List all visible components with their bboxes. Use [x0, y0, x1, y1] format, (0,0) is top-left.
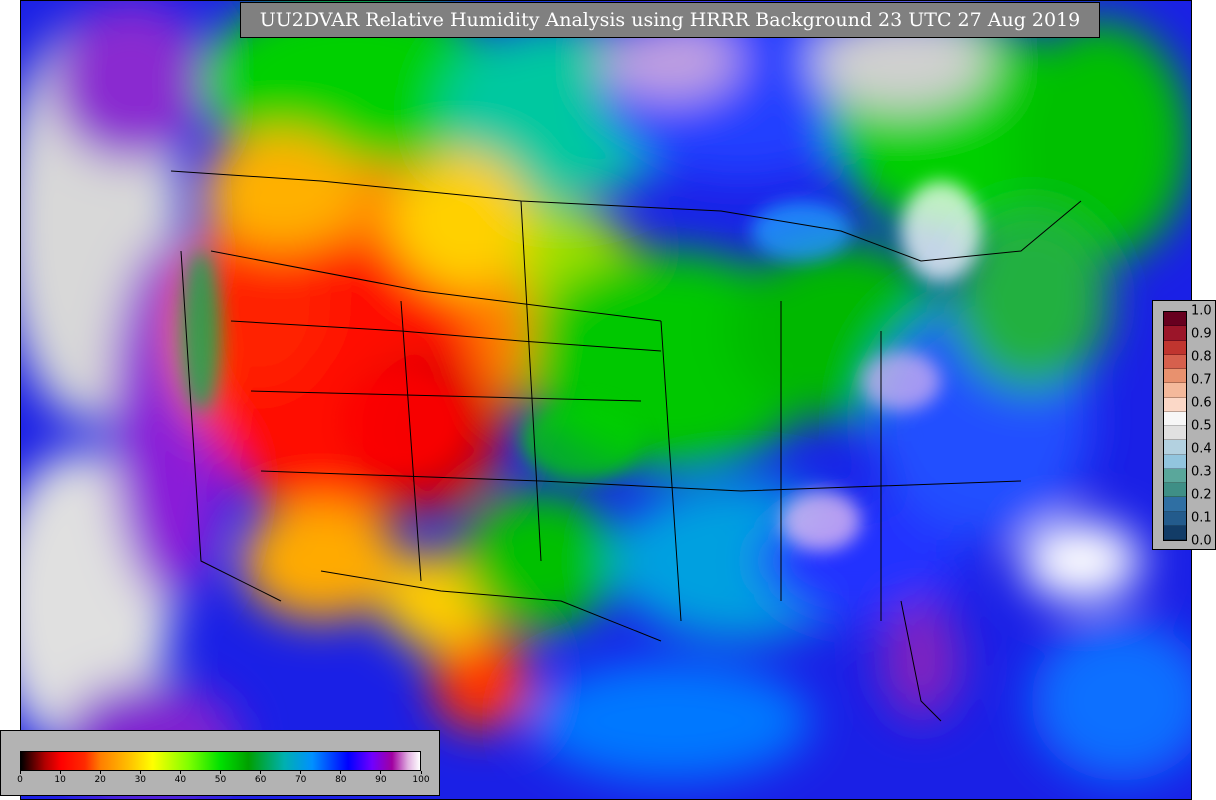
rh-tick-label: 40	[174, 775, 187, 785]
ratio-tick-label: 0.2	[1191, 487, 1212, 503]
rh-tick-label: 100	[412, 775, 430, 785]
ratio-swatch	[1164, 440, 1186, 455]
ratio-swatch	[1164, 483, 1186, 498]
ratio-swatch	[1164, 497, 1186, 512]
rh-tick-mark	[99, 771, 101, 774]
rh-tick-mark	[59, 771, 61, 774]
rh-tick-mark	[179, 771, 181, 774]
ratio-tick-label: 0.3	[1191, 464, 1212, 480]
rh-colorbar-gradient	[20, 751, 421, 771]
ratio-swatch	[1164, 454, 1186, 469]
rh-tick-mark	[340, 771, 342, 774]
rh-tick-mark	[380, 771, 382, 774]
rh-tick-label: 50	[214, 775, 227, 785]
ratio-swatch	[1164, 383, 1186, 398]
ratio-tick-label: 0.4	[1191, 441, 1212, 457]
rh-tick-mark	[420, 771, 422, 774]
ratio-swatch	[1164, 426, 1186, 441]
ratio-swatch	[1164, 354, 1186, 369]
rh-tick-mark	[220, 771, 221, 774]
rh-tick-mark	[19, 771, 21, 774]
ratio-tick-label: 0.5	[1191, 418, 1212, 434]
ratio-tick-label: 0.9	[1191, 326, 1212, 342]
ratio-tick-label: 1.0	[1191, 303, 1212, 319]
ratio-swatch	[1164, 397, 1186, 412]
ratio-tick-label: 0.8	[1191, 349, 1212, 365]
ratio-tick-label: 0.1	[1191, 510, 1212, 526]
rh-tick-label: 0	[17, 775, 23, 785]
rh-tick-label: 10	[54, 775, 66, 785]
rh-tick-mark	[260, 771, 262, 774]
rh-tick-mark	[300, 771, 302, 774]
relative-humidity-colorbar: 0 10 20 30 40 50 60 70 80 90 100	[0, 730, 440, 796]
ratio-swatch	[1164, 468, 1186, 483]
rh-tick-label: 90	[375, 775, 387, 785]
ratio-swatch	[1164, 369, 1186, 384]
ratio-tick-label: 0.6	[1191, 395, 1212, 411]
ratio-swatch	[1164, 312, 1186, 327]
rh-tick-label: 70	[294, 775, 307, 785]
rh-tick-label: 80	[335, 775, 347, 785]
humidity-map	[20, 0, 1192, 800]
ratio-swatch	[1164, 511, 1186, 526]
rh-tick-label: 60	[254, 775, 267, 785]
ratio-colorbar: 1.0 0.9 0.8 0.7 0.6 0.5 0.4 0.3 0.2 0.1 0.0	[1152, 300, 1216, 550]
map-title: UU2DVAR Relative Humidity Analysis using…	[240, 2, 1100, 38]
rh-tick-label: 30	[134, 775, 147, 785]
ratio-swatch	[1164, 411, 1186, 426]
ratio-tick-label: 0.7	[1191, 372, 1212, 388]
ratio-swatch	[1164, 326, 1186, 341]
ratio-colorbar-swatches	[1163, 311, 1187, 541]
ratio-swatch	[1164, 525, 1186, 540]
rh-tick-label: 20	[94, 775, 106, 785]
map-canvas	[21, 1, 1191, 799]
ratio-tick-label: 0.0	[1191, 533, 1212, 549]
rh-tick-mark	[139, 771, 141, 774]
ratio-swatch	[1164, 340, 1186, 355]
